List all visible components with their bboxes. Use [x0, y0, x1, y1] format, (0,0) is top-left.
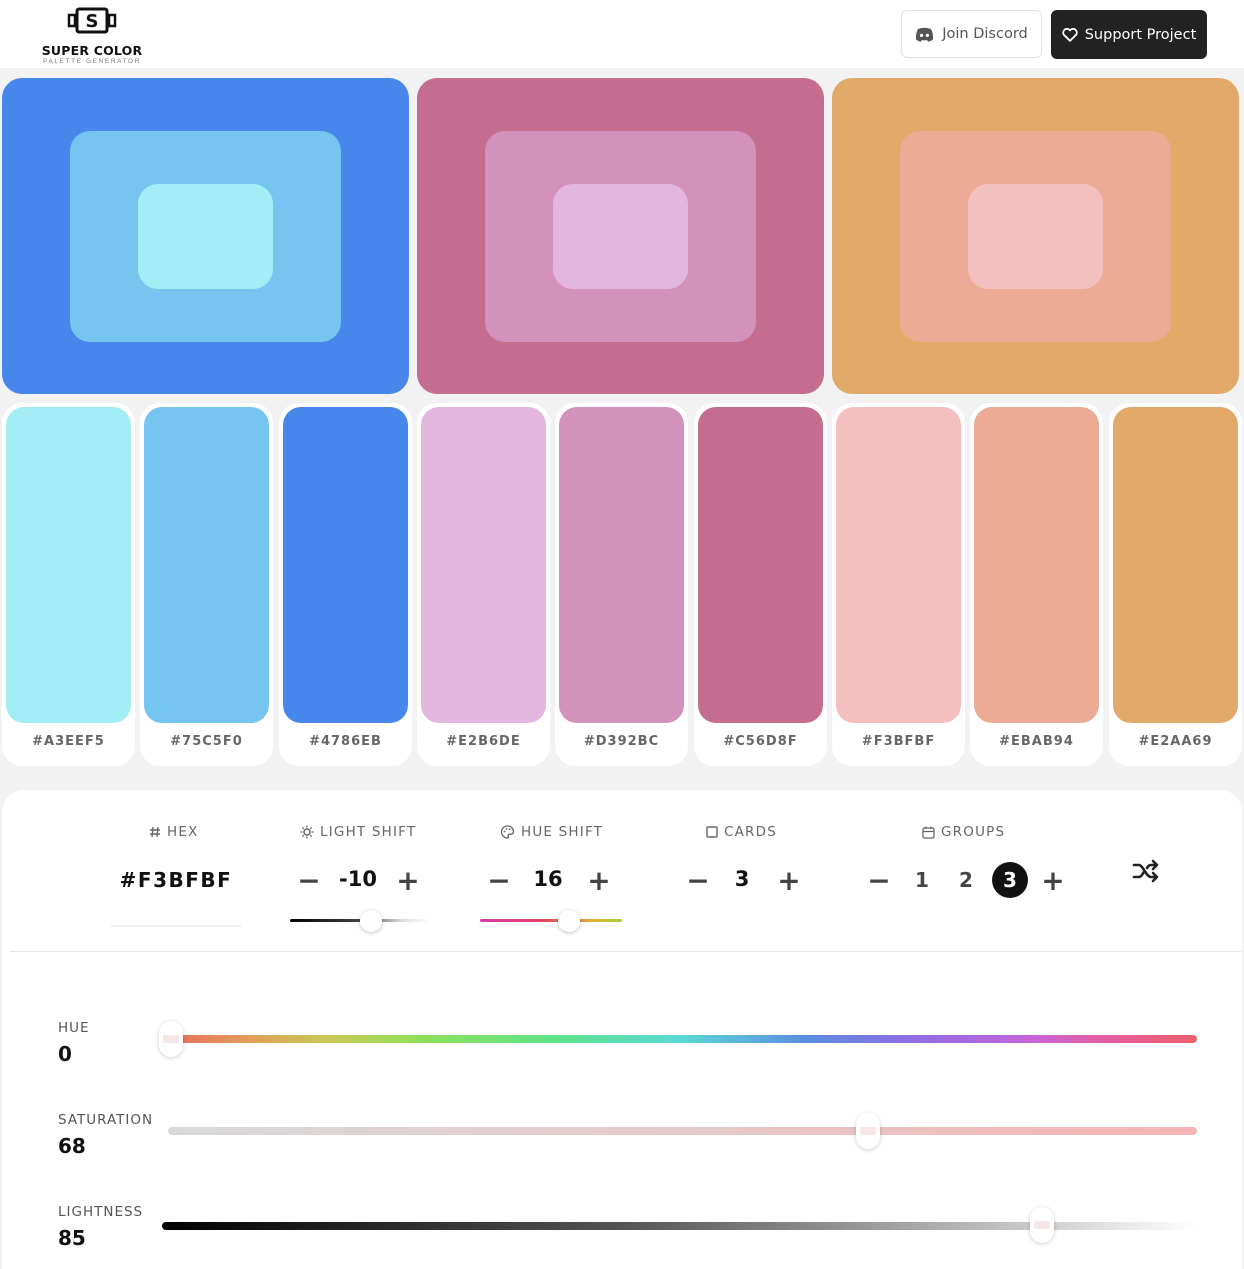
- controls-panel: HEX #F3BFBF LIGHT SHIFT − -10 + HUE SHIF…: [2, 790, 1242, 1269]
- group-preview-2-inner: [553, 184, 688, 289]
- swatch-color: [144, 407, 269, 723]
- group-preview-3-inner: [968, 184, 1103, 289]
- hue-slider-label: HUE: [58, 1020, 90, 1036]
- saturation-slider-value: 68: [58, 1134, 86, 1158]
- color-swatch[interactable]: #4786EB: [279, 403, 412, 766]
- color-swatch[interactable]: #75C5F0: [140, 403, 273, 766]
- color-swatch[interactable]: #D392BC: [555, 403, 688, 766]
- light-shift-increment-button[interactable]: +: [395, 867, 421, 895]
- groups-decrement-button[interactable]: −: [866, 867, 892, 895]
- panel-divider: [10, 951, 1242, 952]
- light-shift-value: -10: [339, 867, 377, 891]
- light-shift-decrement-button[interactable]: −: [296, 867, 322, 895]
- square-icon: [706, 826, 718, 838]
- lightness-slider-label: LIGHTNESS: [58, 1204, 144, 1220]
- palette-icon: [500, 825, 515, 839]
- logo[interactable]: S SUPER COLOR PALETTE GENERATOR: [40, 4, 144, 65]
- swatch-hex-label: #D392BC: [583, 734, 660, 749]
- swatch-hex-label: #E2AA69: [1138, 734, 1213, 749]
- saturation-slider-track[interactable]: [168, 1127, 1197, 1135]
- groups-option-3[interactable]: 3: [992, 862, 1028, 898]
- logo-title: SUPER COLOR: [41, 43, 143, 58]
- group-preview-1-inner: [138, 184, 273, 289]
- svg-text:S: S: [86, 11, 99, 32]
- hue-slider-thumb[interactable]: [159, 1021, 183, 1057]
- color-swatch[interactable]: #C56D8F: [694, 403, 827, 766]
- swatch-color: [421, 407, 546, 723]
- light-shift-slider-thumb[interactable]: [360, 910, 383, 932]
- groups-option-1[interactable]: 1: [904, 862, 940, 898]
- color-swatch[interactable]: #E2B6DE: [417, 403, 550, 766]
- heart-icon: [1062, 27, 1078, 42]
- shuffle-icon[interactable]: [1132, 859, 1160, 883]
- swatch-hex-label: #C56D8F: [723, 734, 798, 749]
- swatch-color: [1113, 407, 1238, 723]
- hue-shift-value: 16: [533, 867, 563, 891]
- cards-label: CARDS: [706, 824, 777, 840]
- join-discord-label: Join Discord: [942, 26, 1028, 42]
- group-preview-2[interactable]: [417, 78, 824, 394]
- calendar-icon: [922, 826, 935, 839]
- hue-slider-track[interactable]: [160, 1035, 1197, 1043]
- swatch-hex-label: #75C5F0: [170, 734, 243, 749]
- lightness-slider-thumb[interactable]: [1029, 1207, 1054, 1243]
- group-preview-3-mid: [900, 131, 1171, 342]
- swatch-color: [836, 407, 961, 723]
- group-preview-3[interactable]: [832, 78, 1239, 394]
- swatch-hex-label: #EBAB94: [999, 734, 1074, 749]
- group-preview-1[interactable]: [2, 78, 409, 394]
- hex-input[interactable]: #F3BFBF: [111, 868, 241, 892]
- hash-icon: [150, 826, 160, 838]
- hue-shift-slider-thumb[interactable]: [558, 910, 581, 932]
- hue-slider-value: 0: [58, 1042, 72, 1066]
- swatch-color: [559, 407, 684, 723]
- hex-label: HEX: [149, 824, 199, 840]
- swatch-color: [698, 407, 823, 723]
- sun-icon: [300, 825, 314, 839]
- swatch-hex-label: #4786EB: [309, 734, 382, 749]
- saturation-slider-label: SATURATION: [58, 1112, 154, 1128]
- top-bar: S SUPER COLOR PALETTE GENERATOR Join Dis…: [0, 0, 1244, 68]
- swatch-color: [974, 407, 1099, 723]
- lightness-slider-value: 85: [58, 1226, 86, 1250]
- swatch-color: [6, 407, 131, 723]
- logo-mark-icon: S: [67, 7, 117, 34]
- color-swatch[interactable]: #A3EEF5: [2, 403, 135, 766]
- groups-option-2[interactable]: 2: [948, 862, 984, 898]
- swatch-hex-label: #E2B6DE: [446, 734, 521, 749]
- swatch-hex-label: #F3BFBF: [861, 734, 936, 749]
- discord-icon: [916, 27, 934, 42]
- groups-increment-button[interactable]: +: [1040, 867, 1066, 895]
- hex-input-underline: [111, 925, 241, 927]
- support-project-button[interactable]: Support Project: [1051, 10, 1207, 59]
- groups-label: GROUPS: [922, 824, 1005, 840]
- swatch-color: [283, 407, 408, 723]
- color-swatch[interactable]: #F3BFBF: [832, 403, 965, 766]
- cards-value: 3: [734, 867, 750, 891]
- hue-shift-slider-track[interactable]: [480, 919, 622, 922]
- group-preview-2-mid: [485, 131, 756, 342]
- color-swatch[interactable]: #EBAB94: [970, 403, 1103, 766]
- join-discord-button[interactable]: Join Discord: [901, 10, 1042, 58]
- hue-shift-label: HUE SHIFT: [500, 824, 603, 840]
- light-shift-label: LIGHT SHIFT: [300, 824, 416, 840]
- group-preview-1-mid: [70, 131, 341, 342]
- cards-decrement-button[interactable]: −: [685, 867, 711, 895]
- hue-shift-decrement-button[interactable]: −: [486, 867, 512, 895]
- logo-subtitle: PALETTE GENERATOR: [43, 58, 141, 65]
- color-swatch[interactable]: #E2AA69: [1109, 403, 1242, 766]
- saturation-slider-thumb[interactable]: [855, 1113, 880, 1149]
- cards-increment-button[interactable]: +: [776, 867, 802, 895]
- hue-shift-increment-button[interactable]: +: [586, 867, 612, 895]
- swatch-hex-label: #A3EEF5: [32, 734, 105, 749]
- support-project-label: Support Project: [1084, 26, 1197, 43]
